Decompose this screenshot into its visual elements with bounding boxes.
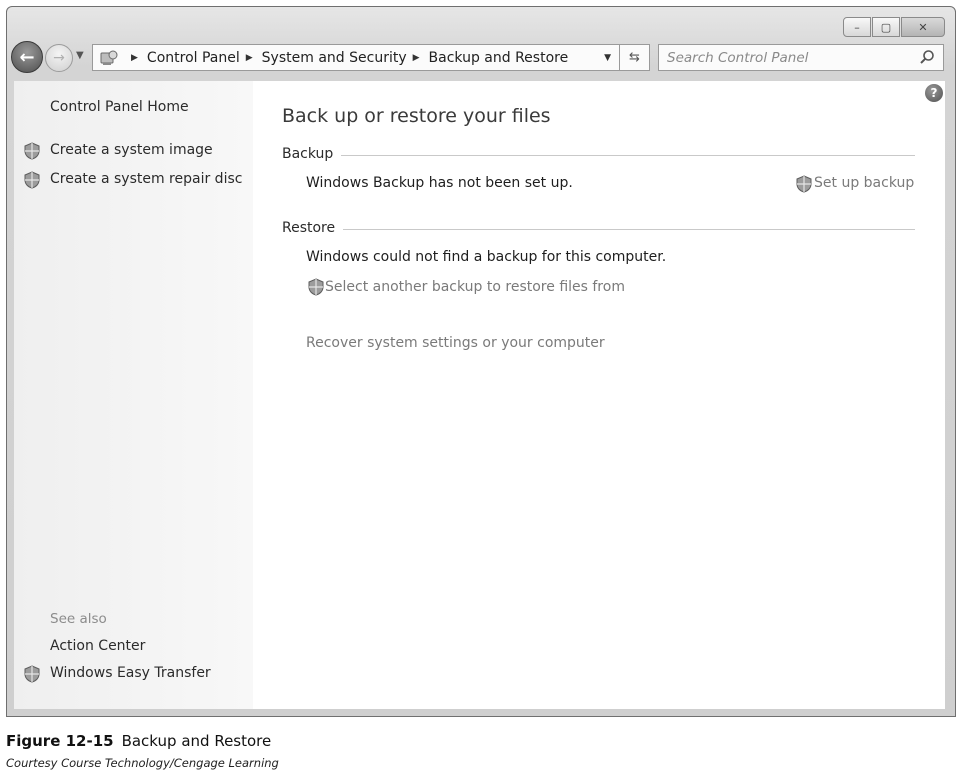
search-box[interactable] xyxy=(658,44,944,71)
search-input[interactable] xyxy=(659,45,909,70)
breadcrumb-separator[interactable]: ▶ xyxy=(246,53,253,63)
content-pane: ? Back up or restore your files Backup W… xyxy=(253,81,945,709)
close-button[interactable]: ✕ xyxy=(901,17,945,37)
restore-status-text: Windows could not find a backup for this… xyxy=(306,249,667,265)
see-also-label: See also xyxy=(50,611,107,627)
shield-icon xyxy=(24,665,40,683)
backup-section-heading: Backup xyxy=(282,146,915,162)
address-bar[interactable]: ▶ Control Panel ▶ System and Security ▶ … xyxy=(92,44,620,71)
figure-title: Backup and Restore xyxy=(121,732,272,750)
breadcrumb-backup-and-restore[interactable]: Backup and Restore xyxy=(429,50,569,66)
control-panel-home-link[interactable]: Control Panel Home xyxy=(50,99,189,115)
figure-credit: Courtesy Course Technology/Cengage Learn… xyxy=(6,756,279,770)
windows-easy-transfer-link[interactable]: Windows Easy Transfer xyxy=(50,665,211,681)
back-button[interactable]: ← xyxy=(11,41,43,73)
breadcrumb-separator[interactable]: ▶ xyxy=(413,53,420,63)
shield-icon xyxy=(796,175,812,193)
minimize-button[interactable]: – xyxy=(843,17,871,37)
restore-section-heading: Restore xyxy=(282,220,915,236)
figure-caption: Figure 12-15 Backup and Restore xyxy=(6,732,271,750)
maximize-button[interactable]: ▢ xyxy=(872,17,900,37)
help-icon[interactable]: ? xyxy=(925,84,943,102)
breadcrumb-control-panel[interactable]: Control Panel xyxy=(147,50,240,66)
restore-heading-text: Restore xyxy=(282,220,336,236)
shield-icon xyxy=(24,142,40,160)
backup-heading-text: Backup xyxy=(282,146,334,162)
section-divider xyxy=(341,154,915,156)
control-panel-icon xyxy=(99,48,119,68)
set-up-backup-link[interactable]: Set up backup xyxy=(814,175,914,191)
shield-icon xyxy=(308,278,324,296)
shield-icon xyxy=(24,171,40,189)
forward-button[interactable]: → xyxy=(45,44,73,72)
caption-buttons: – ▢ ✕ xyxy=(843,17,945,37)
figure-number: Figure 12-15 xyxy=(6,732,114,750)
breadcrumb-separator: ▶ xyxy=(131,52,138,63)
backup-status-text: Windows Backup has not been set up. xyxy=(306,175,573,191)
page-title: Back up or restore your files xyxy=(282,105,551,127)
create-system-repair-disc-link[interactable]: Create a system repair disc xyxy=(50,171,242,187)
recover-system-settings-link[interactable]: Recover system settings or your computer xyxy=(306,335,605,351)
action-center-link[interactable]: Action Center xyxy=(50,638,145,654)
search-icon[interactable] xyxy=(919,49,935,65)
address-dropdown-icon[interactable]: ▼ xyxy=(604,53,611,63)
select-another-backup-link[interactable]: Select another backup to restore files f… xyxy=(325,279,625,295)
refresh-button[interactable]: ⇆ xyxy=(620,44,650,71)
section-divider xyxy=(343,228,915,230)
sidebar: Control Panel Home Create a system image… xyxy=(14,81,253,709)
recent-pages-dropdown[interactable]: ▼ xyxy=(76,50,84,61)
create-system-image-link[interactable]: Create a system image xyxy=(50,142,213,158)
breadcrumb-system-and-security[interactable]: System and Security xyxy=(262,50,407,66)
